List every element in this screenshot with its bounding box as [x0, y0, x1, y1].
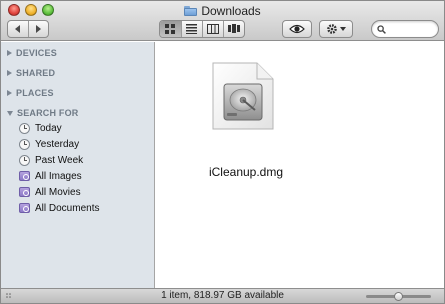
- quick-look-button[interactable]: [282, 20, 312, 38]
- chevron-left-icon: [14, 25, 20, 33]
- icon-size-slider-thumb[interactable]: [394, 292, 403, 301]
- disclosure-triangle-icon[interactable]: [7, 90, 12, 96]
- back-button[interactable]: [8, 21, 28, 37]
- chevron-right-icon: [36, 25, 42, 33]
- column-view-icon: [206, 24, 219, 34]
- icon-view-icon: [164, 24, 175, 34]
- sidebar-item-label: Today: [35, 122, 62, 134]
- smart-folder-icon: [19, 203, 30, 214]
- disclosure-triangle-icon[interactable]: [7, 70, 12, 76]
- file-name[interactable]: iCleanup.dmg: [186, 165, 306, 179]
- view-mode-control: [159, 20, 245, 38]
- file-browser-content[interactable]: iCleanup.dmg: [156, 42, 444, 288]
- search-icon: [377, 24, 386, 34]
- sidebar-section-places[interactable]: PLACES: [7, 88, 54, 98]
- cover-flow-icon: [227, 24, 240, 33]
- disclosure-triangle-icon[interactable]: [7, 110, 13, 116]
- eye-icon: [289, 24, 305, 34]
- window-title: Downloads: [201, 4, 261, 18]
- status-bar: 1 item, 818.97 GB available: [1, 288, 444, 303]
- icon-size-slider[interactable]: [366, 292, 431, 301]
- column-view-button[interactable]: [201, 21, 223, 37]
- clock-icon: [19, 138, 30, 150]
- sidebar-item-label: Past Week: [35, 154, 84, 166]
- clock-icon: [19, 154, 30, 166]
- window-title-bar: Downloads: [1, 3, 444, 19]
- forward-button[interactable]: [27, 21, 48, 37]
- cover-flow-view-button[interactable]: [222, 21, 244, 37]
- sidebar-item-all-documents[interactable]: All Documents: [19, 201, 99, 215]
- disk-image-icon[interactable]: [211, 62, 275, 130]
- smart-folder-icon: [19, 187, 30, 198]
- clock-icon: [19, 122, 30, 134]
- sidebar-item-yesterday[interactable]: Yesterday: [19, 137, 79, 151]
- action-menu-button[interactable]: [319, 20, 353, 38]
- sidebar-item-label: All Movies: [35, 186, 81, 198]
- list-view-icon: [186, 24, 198, 34]
- toolbar: Downloads: [1, 1, 444, 41]
- section-label: DEVICES: [16, 48, 57, 58]
- list-view-button[interactable]: [180, 21, 202, 37]
- sidebar-item-all-images[interactable]: All Images: [19, 169, 82, 183]
- back-forward-control: [7, 20, 49, 38]
- gear-icon: [327, 24, 337, 34]
- folder-icon: [184, 6, 198, 16]
- icon-view-button[interactable]: [160, 21, 181, 37]
- section-label: SEARCH FOR: [17, 108, 79, 118]
- sidebar-item-label: All Documents: [35, 202, 100, 214]
- smart-folder-icon: [19, 171, 30, 182]
- chevron-down-icon: [340, 27, 346, 31]
- finder-window: Downloads DEVICES SHARED PLACES SEARCH F…: [0, 0, 445, 304]
- sidebar-section-shared[interactable]: SHARED: [7, 68, 55, 78]
- sidebar: DEVICES SHARED PLACES SEARCH FOR Today Y…: [1, 42, 155, 288]
- section-label: PLACES: [16, 88, 54, 98]
- sidebar-section-devices[interactable]: DEVICES: [7, 48, 57, 58]
- search-field[interactable]: [371, 20, 439, 38]
- sidebar-section-search-for[interactable]: SEARCH FOR: [7, 108, 79, 118]
- sidebar-item-all-movies[interactable]: All Movies: [19, 185, 81, 199]
- sidebar-item-label: All Images: [35, 170, 82, 182]
- disclosure-triangle-icon[interactable]: [7, 50, 12, 56]
- sidebar-item-label: Yesterday: [35, 138, 80, 150]
- search-input[interactable]: [389, 23, 437, 35]
- section-label: SHARED: [16, 68, 56, 78]
- sidebar-item-today[interactable]: Today: [19, 121, 62, 135]
- sidebar-item-past-week[interactable]: Past Week: [19, 153, 83, 167]
